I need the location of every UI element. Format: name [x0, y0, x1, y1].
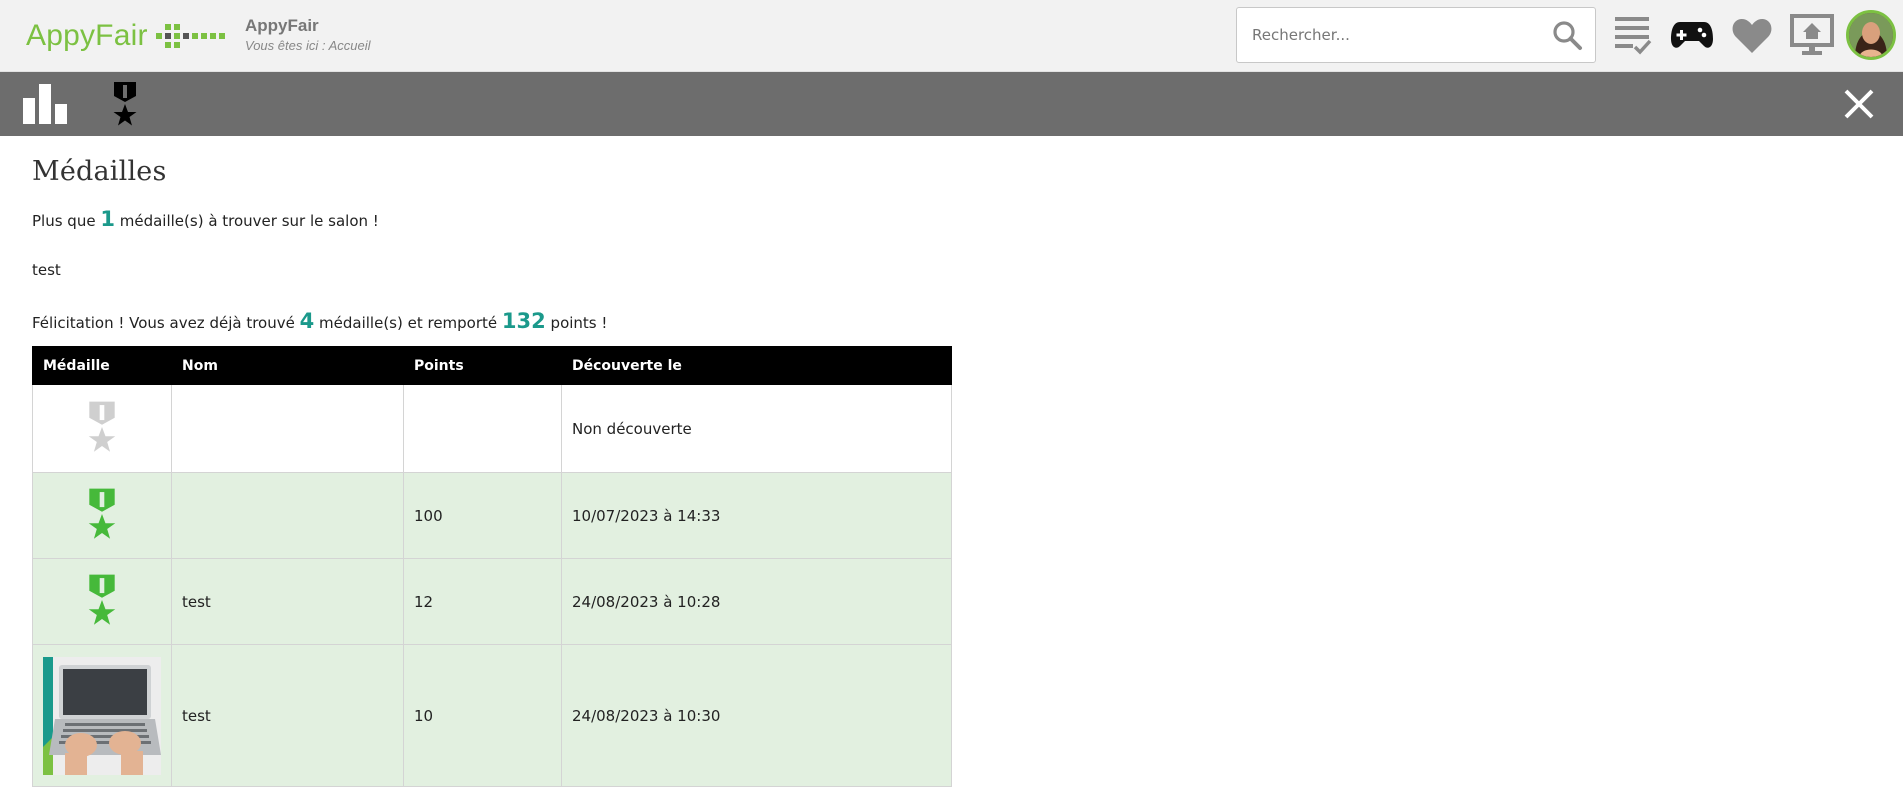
- table-row: test 10 24/08/2023 à 10:30: [32, 644, 952, 787]
- site-info: AppyFair Vous êtes ici : Accueil: [245, 16, 370, 53]
- congrats-prefix: Félicitation ! Vous avez déjà trouvé: [32, 314, 295, 332]
- name-cell: [171, 384, 404, 473]
- points-cell: [403, 384, 562, 473]
- green-medal-icon: [88, 574, 116, 625]
- logo[interactable]: AppyFair: [26, 16, 225, 56]
- note-text: test: [32, 261, 61, 279]
- logo-dots-icon: [155, 24, 225, 48]
- search-box: [1236, 7, 1596, 63]
- col-header-name: Nom: [171, 346, 404, 385]
- remaining-prefix: Plus que: [32, 212, 96, 230]
- medal-cell: [32, 558, 172, 645]
- medal-cell: [32, 384, 172, 473]
- page-title: Médailles: [32, 156, 167, 187]
- name-cell: [171, 472, 404, 559]
- medal-cell: [32, 472, 172, 559]
- stats-chart-icon[interactable]: [20, 80, 70, 128]
- medal-icon[interactable]: [100, 80, 150, 128]
- medals-table: Médaille Nom Points Découverte le Non dé…: [32, 346, 952, 787]
- remaining-suffix: médaille(s) à trouver sur le salon !: [119, 212, 379, 230]
- name-cell: test: [171, 644, 404, 787]
- search-icon[interactable]: [1547, 15, 1587, 55]
- home-screen-icon[interactable]: [1787, 10, 1837, 60]
- date-cell: Non découverte: [561, 384, 952, 473]
- date-cell: 24/08/2023 à 10:28: [561, 558, 952, 645]
- grey-medal-icon: [88, 401, 116, 452]
- green-medal-icon: [88, 488, 116, 539]
- table-row: Non découverte: [32, 384, 952, 473]
- congrats-mid: médaille(s) et remporté: [319, 314, 498, 332]
- heart-icon[interactable]: [1727, 10, 1777, 60]
- points-total: 132: [501, 309, 546, 333]
- site-name: AppyFair: [245, 16, 319, 35]
- laptop-photo: [43, 656, 161, 775]
- checklist-icon[interactable]: [1608, 10, 1658, 60]
- gamepad-icon[interactable]: [1667, 10, 1717, 60]
- col-header-medal: Médaille: [32, 346, 172, 385]
- medal-cell: [32, 644, 172, 787]
- date-cell: 10/07/2023 à 14:33: [561, 472, 952, 559]
- remaining-count: 1: [100, 207, 115, 231]
- points-cell: 100: [403, 472, 562, 559]
- top-header: AppyFair AppyFair Vous êtes ici : Accuei…: [0, 0, 1903, 72]
- breadcrumb: Vous êtes ici : Accueil: [245, 38, 371, 53]
- name-cell: test: [171, 558, 404, 645]
- found-count: 4: [299, 309, 315, 333]
- medals-panel: Médailles Plus que 1 médaille(s) à trouv…: [32, 136, 1872, 787]
- table-row: 100 10/07/2023 à 14:33: [32, 472, 952, 559]
- table-row: test 12 24/08/2023 à 10:28: [32, 558, 952, 645]
- points-cell: 10: [403, 644, 562, 787]
- user-avatar[interactable]: [1846, 10, 1896, 60]
- toolbar: [0, 72, 1903, 136]
- points-cell: 12: [403, 558, 562, 645]
- col-header-points: Points: [403, 346, 562, 385]
- logo-text: AppyFair: [26, 19, 148, 52]
- congrats-text: Félicitation ! Vous avez déjà trouvé 4 m…: [32, 309, 1872, 333]
- search-input[interactable]: [1237, 8, 1537, 62]
- remaining-text: Plus que 1 médaille(s) à trouver sur le …: [32, 207, 1872, 231]
- close-icon[interactable]: [1839, 84, 1879, 124]
- col-header-date: Découverte le: [561, 346, 952, 385]
- table-header-row: Médaille Nom Points Découverte le: [32, 346, 952, 385]
- date-cell: 24/08/2023 à 10:30: [561, 644, 952, 787]
- congrats-suffix: points !: [550, 314, 608, 332]
